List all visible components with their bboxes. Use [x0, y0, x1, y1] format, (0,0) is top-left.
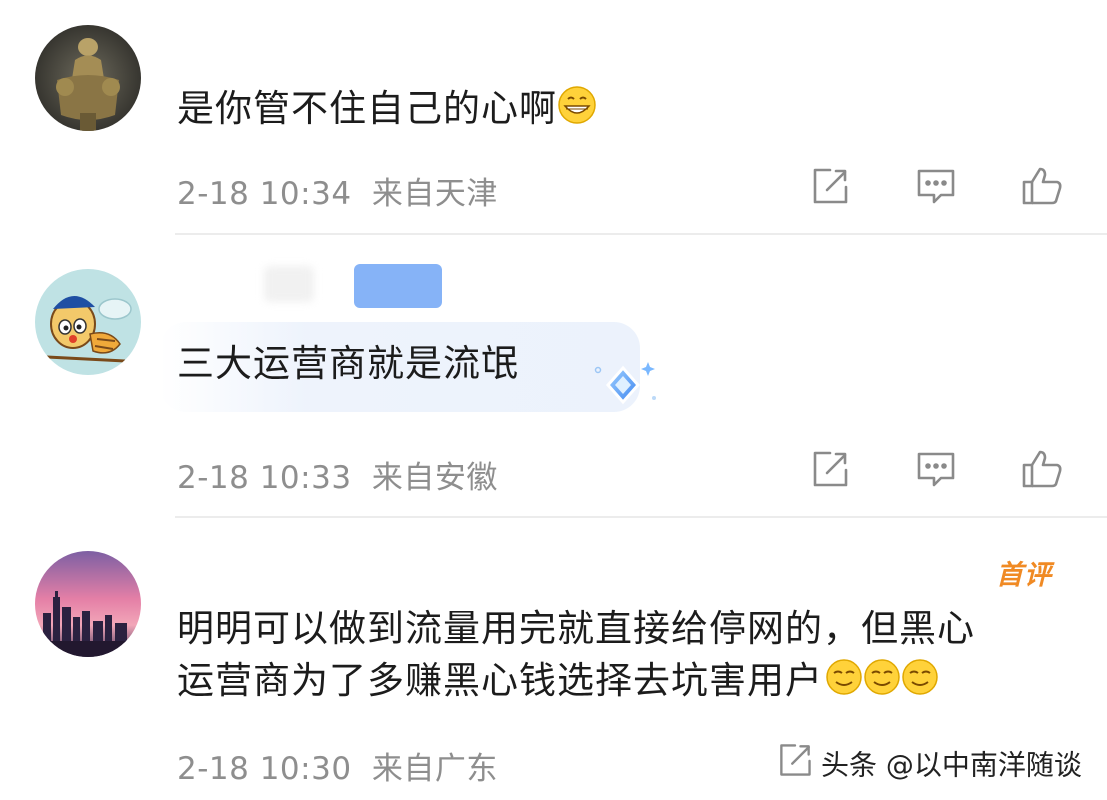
username-redacted — [264, 266, 314, 302]
comment-meta: 2-18 10:30 来自广东 — [177, 743, 498, 788]
comment-time: 2-18 10:34 — [177, 176, 352, 212]
comment-text: 明明可以做到流量用完就直接给停网的，但黑心 运营商为了多赚黑心钱选择去坑害用户 — [177, 604, 975, 708]
comment-text-line: 明明可以做到流量用完就直接给停网的，但黑心 — [177, 607, 975, 650]
comment-text-line: 运营商为了多赚黑心钱选择去坑害用户 — [177, 656, 975, 708]
comment-location: 来自安徽 — [371, 460, 498, 496]
comment-time: 2-18 10:33 — [177, 460, 352, 496]
smirk-emoji-icon — [825, 658, 863, 708]
divider — [175, 233, 1107, 235]
sparkle-decoration-icon — [590, 358, 660, 418]
smirk-emoji-icon — [901, 658, 939, 708]
comment-icon[interactable] — [914, 164, 958, 208]
comment-item: 三大运营商就是流氓 2-18 10:33 来自安徽 — [0, 236, 1107, 516]
forward-icon[interactable] — [775, 740, 815, 787]
comment-meta: 2-18 10:33 来自安徽 — [177, 452, 498, 497]
comment-actions — [806, 447, 1066, 497]
comment-text: 是你管不住自己的心啊 — [177, 84, 597, 137]
avatar[interactable] — [35, 551, 141, 657]
comment-actions — [806, 164, 1066, 214]
comment-meta: 2-18 10:34 来自天津 — [177, 168, 498, 213]
forward-icon[interactable] — [808, 447, 852, 491]
first-comment-badge: 首评 — [996, 560, 1052, 591]
username-redacted — [354, 264, 442, 308]
divider — [175, 516, 1107, 518]
comment-location: 来自天津 — [371, 176, 498, 212]
smirk-emoji-icon — [863, 658, 901, 708]
comment-text: 三大运营商就是流氓 — [177, 342, 519, 385]
comment-time: 2-18 10:30 — [177, 751, 352, 787]
avatar[interactable] — [35, 25, 141, 131]
comment-item: 是你管不住自己的心啊 2-18 10:34 来自天津 — [0, 0, 1107, 233]
grin-emoji-icon — [557, 85, 597, 137]
avatar[interactable] — [35, 269, 141, 375]
comment-icon[interactable] — [914, 447, 958, 491]
watermark: 头条 @以中南洋随谈 — [775, 740, 1105, 784]
watermark-text: 头条 @以中南洋随谈 — [821, 748, 1082, 782]
like-icon[interactable] — [1020, 164, 1064, 208]
forward-icon[interactable] — [808, 164, 852, 208]
like-icon[interactable] — [1020, 447, 1064, 491]
comment-location: 来自广东 — [371, 751, 498, 787]
